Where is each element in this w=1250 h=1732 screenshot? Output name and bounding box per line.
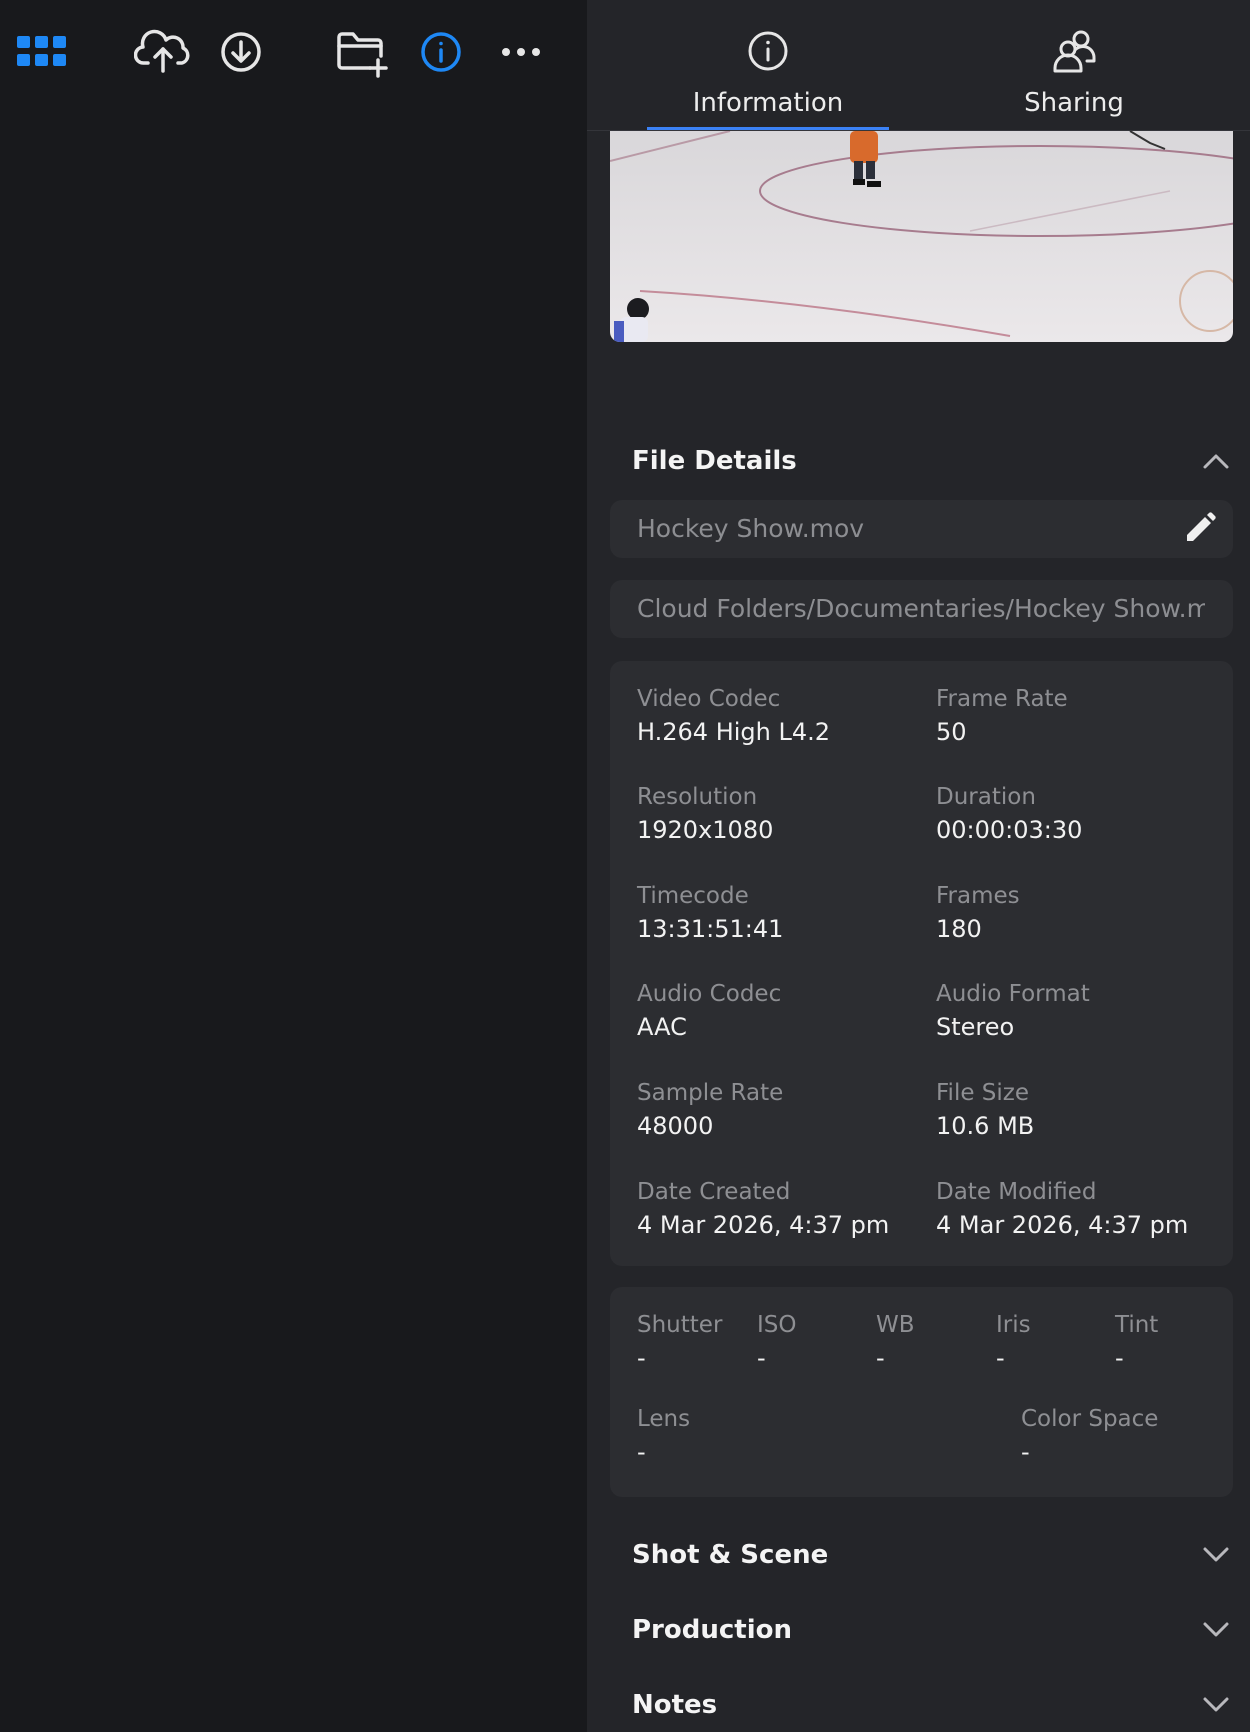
meta-value: 48000 xyxy=(637,1112,714,1140)
meta-value: 00:00:03:30 xyxy=(936,816,1083,844)
metadata-frame-rate: Frame Rate 50 xyxy=(936,686,1068,746)
file-path-value: Cloud Folders/Documentaries/Hockey Show.… xyxy=(637,594,1205,623)
meta-label: Video Codec xyxy=(637,686,781,712)
meta-value: - xyxy=(637,1344,646,1372)
meta-label: Audio Codec xyxy=(637,981,782,1007)
shot-scene-header[interactable]: Shot & Scene xyxy=(632,1535,1230,1575)
tab-label: Sharing xyxy=(1024,88,1124,118)
meta-value: H.264 High L4.2 xyxy=(637,718,831,746)
meta-label: ISO xyxy=(757,1312,797,1338)
section-title: Production xyxy=(632,1615,792,1645)
meta-value: 4 Mar 2026, 4:37 pm xyxy=(637,1211,890,1239)
tab-sharing[interactable]: Sharing xyxy=(953,0,1195,130)
toolbar xyxy=(0,0,587,110)
meta-label: Resolution xyxy=(637,784,758,810)
meta-label: Timecode xyxy=(637,883,749,909)
chevron-down-icon[interactable] xyxy=(1202,1546,1230,1564)
metadata-sample-rate: Sample Rate 48000 xyxy=(637,1080,783,1140)
browser-pane xyxy=(0,0,587,1732)
meta-value: - xyxy=(637,1438,646,1466)
meta-label: Date Modified xyxy=(936,1179,1097,1205)
chevron-down-icon[interactable] xyxy=(1202,1621,1230,1639)
meta-label: Date Created xyxy=(637,1179,791,1205)
cloud-upload-icon[interactable] xyxy=(134,28,192,76)
metadata-timecode: Timecode 13:31:51:41 xyxy=(637,883,783,943)
people-icon xyxy=(1051,28,1097,78)
more-icon[interactable] xyxy=(501,42,541,62)
tab-information[interactable]: Information xyxy=(647,0,889,130)
metadata-audio-codec: Audio Codec AAC xyxy=(637,981,781,1041)
metadata-lens: Lens - xyxy=(637,1406,690,1466)
tab-label: Information xyxy=(692,88,844,118)
meta-value: 13:31:51:41 xyxy=(637,915,784,943)
download-icon[interactable] xyxy=(219,30,263,74)
meta-label: WB xyxy=(876,1312,915,1338)
file-details-header[interactable]: File Details xyxy=(632,441,1230,481)
metadata-wb: WB - xyxy=(876,1312,915,1372)
meta-value: - xyxy=(757,1344,766,1372)
meta-label: Sample Rate xyxy=(637,1080,784,1106)
info-icon[interactable] xyxy=(419,30,463,74)
metadata-video-codec: Video Codec H.264 High L4.2 xyxy=(637,686,830,746)
meta-value: AAC xyxy=(637,1013,687,1041)
camera-metadata-card: Shutter - ISO - WB - Iris - Tint - Lens … xyxy=(610,1287,1233,1497)
meta-value: 1920x1080 xyxy=(637,816,774,844)
metadata-date-modified: Date Modified 4 Mar 2026, 4:37 pm xyxy=(936,1179,1188,1239)
meta-label: Tint xyxy=(1115,1312,1159,1338)
meta-value: - xyxy=(1115,1344,1124,1372)
meta-value: - xyxy=(1021,1438,1030,1466)
inspector-tabs: Information Sharing xyxy=(587,0,1250,131)
meta-label: Duration xyxy=(936,784,1036,810)
metadata-iris: Iris - xyxy=(996,1312,1031,1372)
meta-label: Lens xyxy=(637,1406,691,1432)
file-name-value: Hockey Show.mov xyxy=(637,514,865,543)
meta-label: File Size xyxy=(936,1080,1030,1106)
active-tab-indicator xyxy=(647,127,889,130)
media-metadata-card: Video Codec H.264 High L4.2 Frame Rate 5… xyxy=(610,661,1233,1266)
meta-label: Frames xyxy=(936,883,1020,909)
metadata-shutter: Shutter - xyxy=(637,1312,722,1372)
section-title: File Details xyxy=(632,446,797,476)
metadata-tint: Tint - xyxy=(1115,1312,1158,1372)
meta-value: 4 Mar 2026, 4:37 pm xyxy=(936,1211,1189,1239)
inspector-panel: Information Sharing File Details Hockey … xyxy=(587,0,1250,1732)
grid-icon[interactable] xyxy=(16,36,68,68)
meta-label: Audio Format xyxy=(936,981,1090,1007)
meta-label: Color Space xyxy=(1021,1406,1159,1432)
video-preview-thumbnail[interactable] xyxy=(610,131,1233,342)
meta-value: - xyxy=(996,1344,1005,1372)
section-title: Notes xyxy=(632,1690,718,1720)
meta-value: 10.6 MB xyxy=(936,1112,1035,1140)
pencil-icon[interactable] xyxy=(1181,511,1217,551)
metadata-resolution: Resolution 1920x1080 xyxy=(637,784,773,844)
meta-label: Shutter xyxy=(637,1312,723,1338)
section-title: Shot & Scene xyxy=(632,1540,829,1570)
chevron-up-icon[interactable] xyxy=(1202,452,1230,470)
metadata-color-space: Color Space - xyxy=(1021,1406,1158,1466)
metadata-duration: Duration 00:00:03:30 xyxy=(936,784,1082,844)
meta-value: 50 xyxy=(936,718,967,746)
metadata-date-created: Date Created 4 Mar 2026, 4:37 pm xyxy=(637,1179,889,1239)
meta-label: Frame Rate xyxy=(936,686,1068,712)
metadata-frames: Frames 180 xyxy=(936,883,1020,943)
file-path-field[interactable]: Cloud Folders/Documentaries/Hockey Show.… xyxy=(610,580,1233,638)
production-header[interactable]: Production xyxy=(632,1610,1230,1650)
metadata-audio-format: Audio Format Stereo xyxy=(936,981,1090,1041)
meta-value: Stereo xyxy=(936,1013,1015,1041)
metadata-file-size: File Size 10.6 MB xyxy=(936,1080,1034,1140)
new-folder-icon[interactable] xyxy=(336,30,388,78)
chevron-down-icon[interactable] xyxy=(1202,1696,1230,1714)
file-name-field[interactable]: Hockey Show.mov xyxy=(610,500,1233,558)
meta-value: - xyxy=(876,1344,885,1372)
metadata-iso: ISO - xyxy=(757,1312,797,1372)
info-icon xyxy=(747,30,789,76)
meta-label: Iris xyxy=(996,1312,1031,1338)
meta-value: 180 xyxy=(936,915,982,943)
notes-header[interactable]: Notes xyxy=(632,1685,1230,1725)
